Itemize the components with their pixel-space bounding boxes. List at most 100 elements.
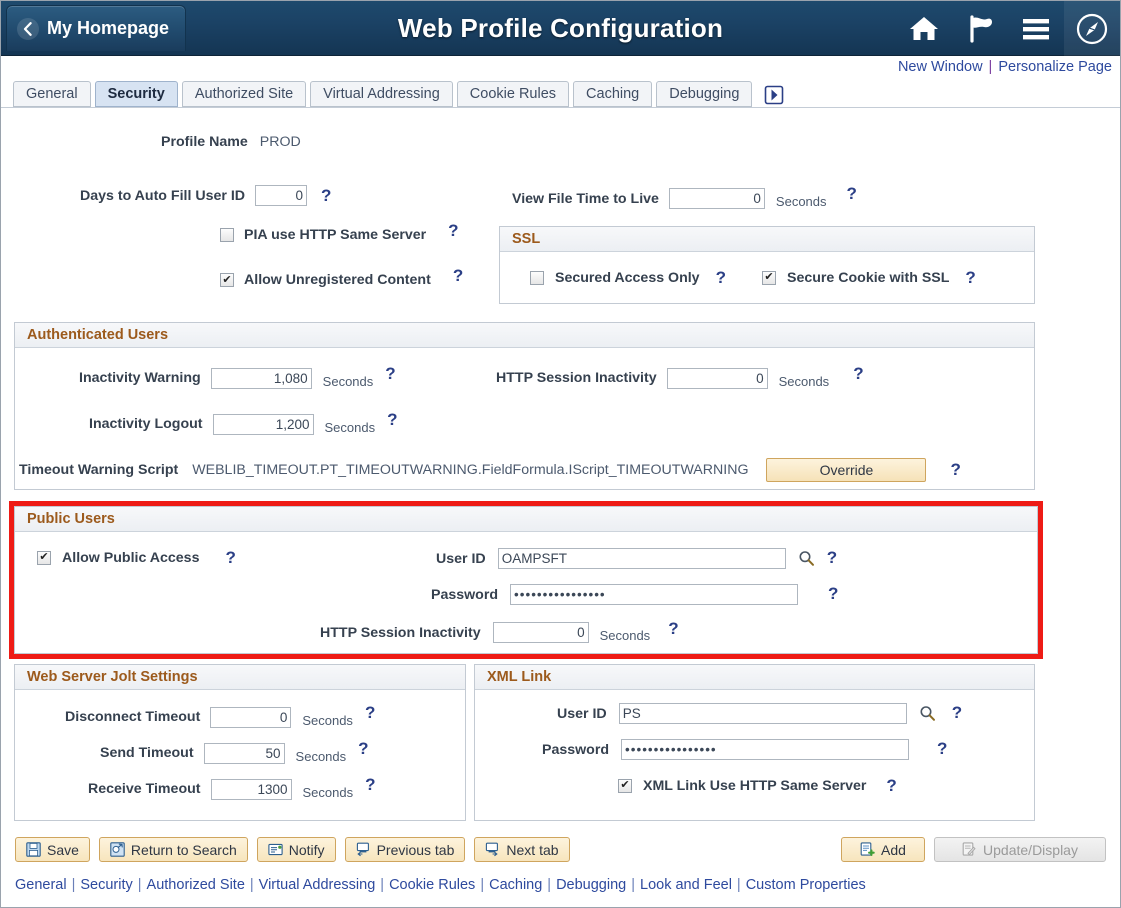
xml-password-input[interactable] — [621, 739, 910, 760]
inactivity-logout-unit: Seconds — [324, 419, 376, 435]
return-to-search-button[interactable]: Return to Search — [98, 837, 248, 862]
receive-timeout-input[interactable] — [210, 778, 292, 800]
footer-link-security[interactable]: Security — [80, 877, 132, 893]
view-file-ttl-input[interactable] — [668, 188, 765, 209]
disconnect-timeout-unit: Seconds — [302, 712, 353, 728]
allow-public-access-help-icon[interactable]: ? — [225, 549, 235, 566]
personalize-page-link[interactable]: Personalize Page — [998, 59, 1112, 75]
public-password-input[interactable] — [510, 584, 799, 605]
public-password-help-icon[interactable]: ? — [828, 585, 838, 602]
allow-unregistered-help-icon[interactable]: ? — [453, 267, 463, 284]
xml-user-id-help-icon[interactable]: ? — [952, 704, 962, 721]
xml-user-id-lookup-magnifier-icon[interactable] — [919, 705, 936, 722]
send-timeout-help-icon[interactable]: ? — [358, 740, 368, 757]
pia-http-same-server-checkbox[interactable] — [220, 228, 234, 242]
xml-same-server-row: XML Link Use HTTP Same Server ? — [618, 777, 897, 794]
auth-http-session-inactivity-input[interactable] — [666, 367, 768, 389]
secured-access-only-row: Secured Access Only ? — [530, 269, 726, 286]
footer-link-debugging[interactable]: Debugging — [556, 877, 626, 893]
user-id-lookup-magnifier-icon[interactable] — [798, 550, 815, 567]
hamburger-menu-icon[interactable] — [1008, 1, 1064, 56]
override-help-icon[interactable]: ? — [950, 461, 960, 478]
public-users-title: Public Users — [15, 507, 1037, 532]
add-button[interactable]: Add — [841, 837, 925, 862]
xml-same-server-checkbox[interactable] — [618, 778, 632, 793]
footer-link-cookie-rules[interactable]: Cookie Rules — [389, 877, 475, 893]
my-homepage-button[interactable]: My Homepage — [6, 5, 187, 51]
receive-timeout-help-icon[interactable]: ? — [365, 776, 375, 793]
view-file-ttl-help-icon[interactable]: ? — [847, 185, 857, 202]
public-user-id-input[interactable] — [497, 548, 786, 569]
inactivity-logout-row: Inactivity Logout Seconds ? — [89, 411, 397, 437]
allow-unregistered-label: Allow Unregistered Content — [244, 272, 431, 288]
xml-same-server-help-icon[interactable]: ? — [886, 777, 896, 794]
secure-cookie-ssl-checkbox[interactable] — [762, 270, 776, 285]
disconnect-timeout-help-icon[interactable]: ? — [365, 704, 375, 721]
receive-timeout-label: Receive Timeout — [88, 781, 201, 797]
tab-caching[interactable]: Caching — [573, 81, 653, 107]
ssl-group-title: SSL — [500, 227, 1034, 252]
secure-cookie-ssl-help-icon[interactable]: ? — [965, 269, 975, 286]
footer-separator: | — [480, 877, 485, 893]
previous-tab-button[interactable]: Previous tab — [344, 837, 466, 862]
tab-underline — [1, 107, 1120, 108]
inactivity-warning-input[interactable] — [210, 367, 312, 389]
tab-security[interactable]: Security — [94, 81, 178, 107]
disconnect-timeout-input[interactable] — [210, 706, 292, 728]
footer-link-caching[interactable]: Caching — [489, 877, 542, 893]
tab-cookie-rules[interactable]: Cookie Rules — [456, 81, 570, 107]
home-icon[interactable] — [896, 1, 952, 56]
notify-button[interactable]: Notify — [256, 837, 336, 862]
footer-link-virtual-addressing[interactable]: Virtual Addressing — [259, 877, 376, 893]
tab-general[interactable]: General — [13, 81, 91, 107]
send-timeout-row: Send Timeout Seconds ? — [100, 740, 369, 766]
next-tab-button[interactable]: Next tab — [474, 837, 570, 862]
xml-password-label: Password — [542, 741, 610, 758]
public-http-session-inactivity-help-icon[interactable]: ? — [668, 620, 678, 637]
days-auto-fill-label: Days to Auto Fill User ID — [80, 187, 246, 204]
add-document-icon — [860, 842, 875, 857]
tab-virtual-addressing[interactable]: Virtual Addressing — [310, 81, 453, 107]
save-button[interactable]: Save — [15, 837, 90, 862]
auth-http-session-inactivity-row: HTTP Session Inactivity Seconds ? — [496, 365, 864, 391]
authenticated-users-group: Authenticated Users Inactivity Warning S… — [14, 322, 1035, 490]
public-http-session-inactivity-unit: Seconds — [599, 628, 651, 643]
inactivity-logout-help-icon[interactable]: ? — [387, 411, 397, 428]
ssl-group: SSL Secured Access Only ? Secure Cookie … — [499, 226, 1035, 304]
inactivity-logout-input[interactable] — [212, 413, 314, 435]
secured-access-only-help-icon[interactable]: ? — [716, 269, 726, 286]
navbar-compass-icon[interactable] — [1064, 1, 1120, 56]
footer-link-look-and-feel[interactable]: Look and Feel — [640, 877, 732, 893]
footer-links: General | Security | Authorized Site | V… — [15, 877, 866, 893]
flag-icon[interactable] — [952, 1, 1008, 56]
auth-http-session-inactivity-label: HTTP Session Inactivity — [496, 370, 657, 386]
public-user-id-help-icon[interactable]: ? — [827, 549, 837, 566]
profile-name-value: PROD — [259, 134, 301, 150]
tab-authorized-site[interactable]: Authorized Site — [181, 81, 307, 107]
send-timeout-input[interactable] — [203, 742, 285, 764]
override-button[interactable]: Override — [766, 458, 927, 482]
public-http-session-inactivity-label: HTTP Session Inactivity — [320, 624, 481, 641]
allow-public-access-checkbox[interactable] — [37, 550, 51, 565]
new-window-link[interactable]: New Window — [898, 59, 983, 75]
tab-debugging[interactable]: Debugging — [656, 81, 753, 107]
pia-http-same-server-help-icon[interactable]: ? — [448, 222, 458, 239]
chevron-left-icon — [17, 17, 39, 40]
footer-link-custom-properties[interactable]: Custom Properties — [746, 877, 866, 893]
secure-cookie-ssl-row: Secure Cookie with SSL ? — [762, 269, 976, 286]
public-http-session-inactivity-input[interactable] — [492, 622, 589, 643]
allow-unregistered-checkbox[interactable] — [220, 273, 234, 287]
secured-access-only-checkbox[interactable] — [530, 270, 544, 285]
next-tabs-arrow-icon[interactable] — [762, 83, 786, 107]
xml-password-help-icon[interactable]: ? — [937, 740, 947, 757]
days-auto-fill-help-icon[interactable]: ? — [321, 187, 331, 204]
footer-link-authorized-site[interactable]: Authorized Site — [147, 877, 245, 893]
xml-user-id-input[interactable] — [618, 703, 907, 724]
update-display-button[interactable]: Update/Display — [934, 837, 1106, 862]
days-auto-fill-input[interactable] — [255, 185, 308, 206]
inactivity-warning-help-icon[interactable]: ? — [385, 365, 395, 382]
auth-http-session-inactivity-help-icon[interactable]: ? — [853, 365, 863, 382]
header-icon-group — [896, 1, 1120, 56]
profile-name-row: Profile Name PROD — [161, 134, 301, 150]
footer-link-general[interactable]: General — [15, 877, 67, 893]
